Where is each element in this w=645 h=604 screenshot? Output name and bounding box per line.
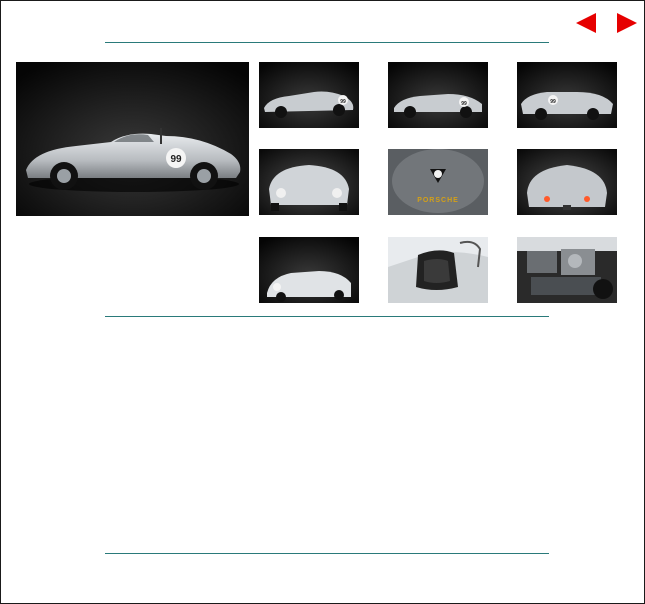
- thumbnail-9[interactable]: [517, 237, 617, 303]
- race-number: 99: [170, 154, 182, 165]
- race-number: 99: [461, 101, 467, 107]
- thumbnail-7[interactable]: [259, 237, 359, 303]
- thumbnail-3[interactable]: 99: [517, 62, 617, 128]
- thumbnail-2[interactable]: 99: [388, 62, 488, 128]
- thumbnail-8[interactable]: [388, 237, 488, 303]
- porsche-badge: PORSCHE: [417, 197, 459, 204]
- race-number: 99: [340, 99, 346, 105]
- thumbnail-5[interactable]: PORSCHE: [388, 149, 488, 215]
- thumbnail-4[interactable]: [259, 149, 359, 215]
- left-arrow-icon[interactable]: [576, 13, 596, 33]
- middle-divider: [105, 316, 549, 317]
- thumbnail-6[interactable]: [517, 149, 617, 215]
- thumbnail-1[interactable]: 99: [259, 62, 359, 128]
- right-arrow-icon[interactable]: [617, 13, 637, 33]
- page-frame: 99 99 99 99 PORSCHE: [0, 0, 645, 604]
- bottom-divider: [105, 553, 549, 554]
- top-divider: [105, 42, 549, 43]
- race-number: 99: [550, 99, 556, 105]
- main-photo[interactable]: 99: [16, 62, 249, 216]
